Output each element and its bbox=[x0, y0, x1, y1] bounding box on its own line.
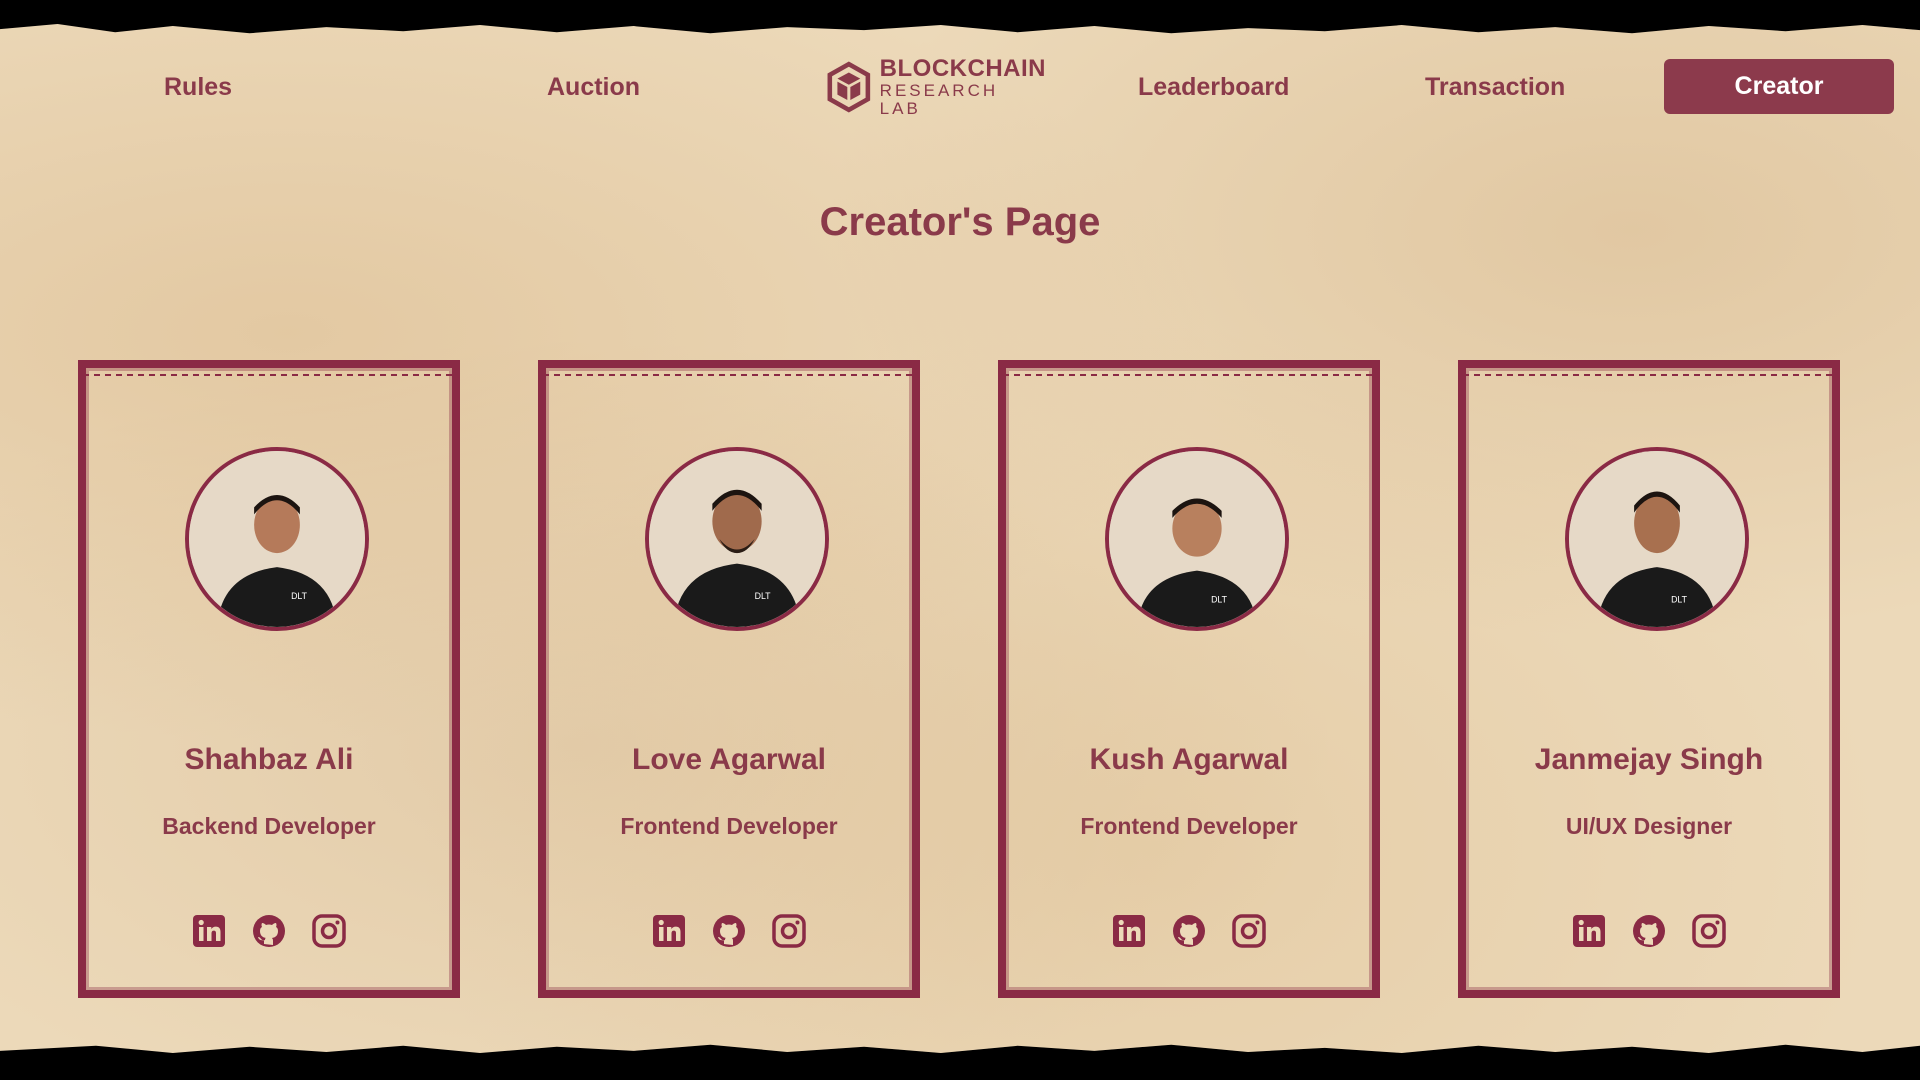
github-icon[interactable] bbox=[1172, 914, 1206, 948]
instagram-icon[interactable] bbox=[1692, 914, 1726, 948]
creator-cards: DLT Shahbaz Ali Backend Developer DLT Lo… bbox=[78, 360, 1842, 1000]
creator-role: Backend Developer bbox=[162, 813, 376, 839]
linkedin-icon[interactable] bbox=[652, 914, 686, 948]
creator-card: DLT Janmejay Singh UI/UX Designer bbox=[1458, 360, 1840, 998]
logo-title: BLOCKCHAIN bbox=[879, 55, 1046, 82]
creator-name: Kush Agarwal bbox=[1089, 743, 1289, 776]
social-links bbox=[546, 914, 912, 950]
creator-name: Shahbaz Ali bbox=[184, 743, 354, 776]
svg-text:DLT: DLT bbox=[1671, 594, 1688, 604]
creator-role: Frontend Developer bbox=[1080, 813, 1298, 839]
linkedin-icon[interactable] bbox=[192, 914, 226, 948]
svg-text:DLT: DLT bbox=[755, 591, 772, 601]
social-links bbox=[86, 914, 452, 950]
linkedin-icon[interactable] bbox=[1572, 914, 1606, 948]
nav-leaderboard-link[interactable]: Leaderboard bbox=[1138, 58, 1289, 116]
nav-transaction-link[interactable]: Transaction bbox=[1425, 58, 1565, 116]
avatar: DLT bbox=[1565, 447, 1749, 631]
avatar: DLT bbox=[645, 447, 829, 631]
nav-auction-link[interactable]: Auction bbox=[547, 58, 640, 116]
avatar: DLT bbox=[185, 447, 369, 631]
blockchain-lab-logo[interactable]: BLOCKCHAIN RESEARCH LAB bbox=[826, 54, 1046, 120]
cube-logo-icon bbox=[827, 61, 871, 113]
social-links bbox=[1466, 914, 1832, 950]
creator-card: DLT Shahbaz Ali Backend Developer bbox=[78, 360, 460, 998]
creator-card: DLT Love Agarwal Frontend Developer bbox=[538, 360, 920, 998]
creator-button[interactable]: Creator bbox=[1664, 59, 1894, 114]
instagram-icon[interactable] bbox=[312, 914, 346, 948]
github-icon[interactable] bbox=[712, 914, 746, 948]
instagram-icon[interactable] bbox=[1232, 914, 1266, 948]
linkedin-icon[interactable] bbox=[1112, 914, 1146, 948]
creator-name: Love Agarwal bbox=[632, 743, 826, 776]
nav-rules-link[interactable]: Rules bbox=[164, 58, 232, 116]
person-photo-icon: DLT bbox=[1109, 451, 1285, 627]
avatar: DLT bbox=[1105, 447, 1289, 631]
svg-text:DLT: DLT bbox=[1211, 594, 1228, 604]
page-title: Creator's Page bbox=[819, 200, 1101, 244]
creator-name: Janmejay Singh bbox=[1534, 743, 1764, 776]
person-photo-icon: DLT bbox=[649, 451, 825, 627]
github-icon[interactable] bbox=[1632, 914, 1666, 948]
instagram-icon[interactable] bbox=[772, 914, 806, 948]
social-links bbox=[1006, 914, 1372, 950]
creator-card: DLT Kush Agarwal Frontend Developer bbox=[998, 360, 1380, 998]
person-photo-icon: DLT bbox=[1569, 451, 1745, 627]
person-photo-icon: DLT bbox=[189, 451, 365, 627]
github-icon[interactable] bbox=[252, 914, 286, 948]
creator-role: Frontend Developer bbox=[620, 813, 838, 839]
logo-subtitle: RESEARCH LAB bbox=[879, 81, 999, 118]
creator-role: UI/UX Designer bbox=[1565, 813, 1733, 839]
svg-text:DLT: DLT bbox=[291, 591, 308, 601]
